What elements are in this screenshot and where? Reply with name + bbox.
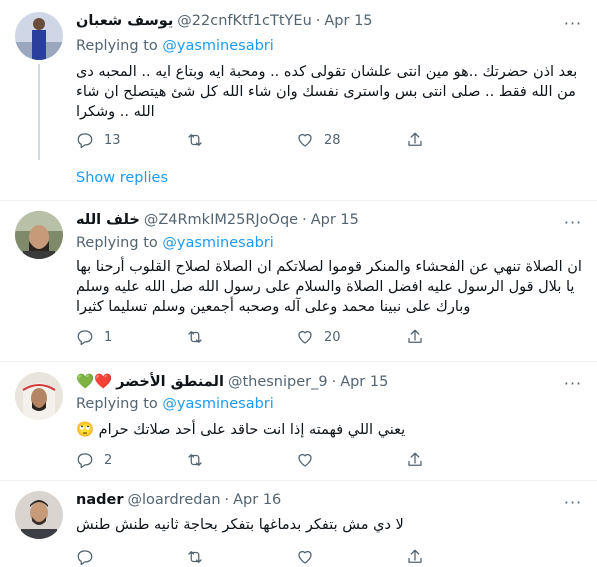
tweet-actions: 1 20 [76, 327, 516, 347]
retweet-icon [188, 454, 202, 466]
replying-to: Replying to @yasminesabri [76, 38, 274, 54]
retweet-button[interactable] [186, 450, 296, 470]
avatar[interactable] [15, 211, 63, 259]
reply-count: 13 [104, 132, 121, 148]
share-button[interactable] [406, 327, 516, 347]
reply-button[interactable] [76, 547, 186, 567]
reply-icon [77, 330, 93, 346]
avatar[interactable] [15, 372, 63, 420]
retweet-button[interactable] [186, 547, 296, 567]
more-icon[interactable]: ··· [563, 212, 583, 232]
mention-link[interactable]: @yasminesabri [162, 396, 273, 412]
mention-link[interactable]: @yasminesabri [162, 235, 273, 251]
tweet-text: ان الصلاة تنهي عن الفحشاء والمنكر قوموا … [76, 259, 582, 315]
like-button[interactable]: 28 [296, 130, 406, 150]
replying-to: Replying to @yasminesabri [76, 396, 274, 412]
share-icon [408, 329, 422, 343]
retweet-icon [188, 134, 202, 146]
tweet-text: يعني اللي فهمته إذا انت حاقد على أحد صلا… [76, 422, 406, 438]
like-icon [298, 550, 312, 564]
mention-link[interactable]: @yasminesabri [162, 38, 273, 54]
tweet-actions [76, 547, 516, 567]
show-replies-link[interactable]: Show replies [76, 170, 168, 186]
replying-to: Replying to @yasminesabri [76, 235, 274, 251]
like-icon [298, 453, 312, 467]
reply-icon [77, 133, 93, 149]
tweet-actions: 13 28 [76, 130, 516, 150]
reply-button[interactable]: 1 [76, 327, 186, 347]
reply-button[interactable]: 2 [76, 450, 186, 470]
tweet-1[interactable]: يوسف شعبان @22cnfKtf1cTtYEu · Apr 15 ···… [0, 0, 597, 200]
display-name[interactable]: nader [76, 492, 123, 508]
reply-button[interactable]: 13 [76, 130, 186, 150]
name-emoji: 💚❤️ [76, 374, 113, 390]
retweet-icon [188, 331, 202, 343]
like-button[interactable] [296, 450, 406, 470]
more-icon[interactable]: ··· [563, 492, 583, 512]
tweet-date[interactable]: Apr 15 [324, 13, 372, 29]
reply-count: 2 [104, 452, 113, 468]
retweet-button[interactable] [186, 327, 296, 347]
more-icon[interactable]: ··· [563, 13, 583, 33]
display-name[interactable]: خلف الله [76, 212, 140, 228]
tweet-text: بعد اذن حضرتك ..هو مين انتى علشان تقولى … [76, 64, 578, 120]
reply-icon [77, 550, 93, 566]
tweet-date[interactable]: Apr 15 [340, 374, 388, 390]
like-icon [298, 330, 312, 344]
tweet-3[interactable]: 💚❤️ المنطق الأخضر @thesniper_9 · Apr 15 … [0, 362, 597, 480]
tweet-actions: 2 [76, 450, 516, 470]
reply-icon [77, 453, 93, 469]
retweet-icon [188, 551, 202, 563]
share-icon [408, 132, 422, 146]
tweet-date[interactable]: Apr 15 [311, 212, 359, 228]
tweet-2[interactable]: خلف الله @Z4RmkIM25RJoOqe · Apr 15 ··· R… [0, 201, 597, 361]
tweet-text: لا دي مش بتفكر بدماغها بتفكر بحاجة ثانيه… [76, 517, 404, 533]
like-icon [298, 133, 312, 147]
like-count: 28 [324, 132, 341, 148]
share-icon [408, 452, 422, 466]
tweet-date[interactable]: Apr 16 [233, 492, 281, 508]
more-icon[interactable]: ··· [563, 373, 583, 393]
display-name[interactable]: يوسف شعبان [76, 13, 173, 29]
display-name[interactable]: المنطق الأخضر [116, 374, 224, 390]
thread-line [38, 64, 40, 160]
like-count: 20 [324, 329, 341, 345]
tweet-header: nader @loardredan · Apr 16 [76, 492, 282, 508]
tweet-header: 💚❤️ المنطق الأخضر @thesniper_9 · Apr 15 [76, 373, 389, 391]
share-button[interactable] [406, 547, 516, 567]
user-handle[interactable]: @Z4RmkIM25RJoOqe [144, 212, 298, 228]
user-handle[interactable]: @thesniper_9 [228, 374, 328, 390]
like-button[interactable]: 20 [296, 327, 406, 347]
share-button[interactable] [406, 130, 516, 150]
tweet-header: خلف الله @Z4RmkIM25RJoOqe · Apr 15 [76, 212, 359, 228]
share-icon [408, 549, 422, 563]
tweet-4[interactable]: nader @loardredan · Apr 16 ··· لا دي مش … [0, 481, 597, 566]
tweet-header: يوسف شعبان @22cnfKtf1cTtYEu · Apr 15 [76, 13, 373, 29]
reply-count: 1 [104, 329, 113, 345]
user-handle[interactable]: @loardredan [127, 492, 220, 508]
retweet-button[interactable] [186, 130, 296, 150]
avatar[interactable] [15, 12, 63, 60]
user-handle[interactable]: @22cnfKtf1cTtYEu [177, 13, 311, 29]
share-button[interactable] [406, 450, 516, 470]
like-button[interactable] [296, 547, 406, 567]
avatar[interactable] [15, 491, 63, 539]
